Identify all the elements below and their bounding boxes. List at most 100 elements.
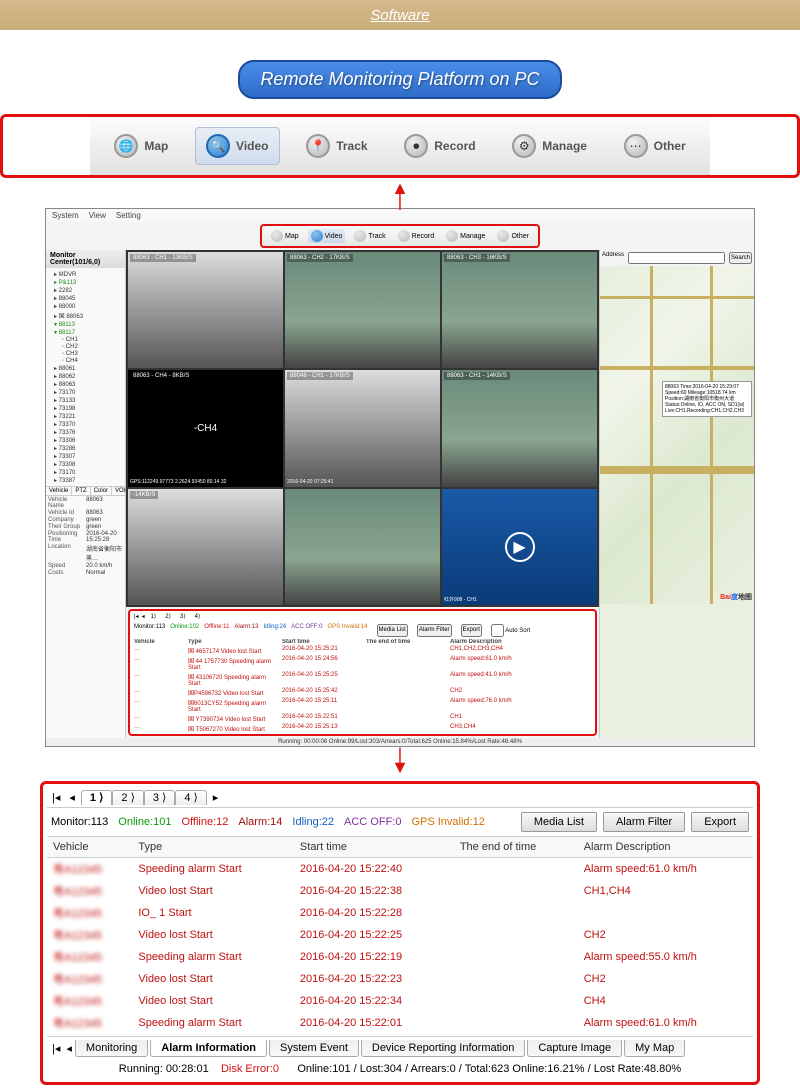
mini-nav-other[interactable]: Other	[494, 229, 532, 243]
tree-item[interactable]: ▸ 73376	[48, 428, 123, 436]
mini-nav-track[interactable]: Track	[351, 229, 388, 243]
log-row[interactable]: …国 43106720 Speeding alarm Start2016-04-…	[134, 672, 591, 688]
tree-item[interactable]: ▸ 73370	[48, 420, 123, 428]
nav-other[interactable]: ⋯Other	[614, 127, 696, 165]
nav-video[interactable]: 🔍Video	[195, 127, 279, 165]
log-page-1[interactable]: 1⟩	[148, 613, 160, 620]
export-button[interactable]: Export	[461, 624, 482, 637]
nav-track[interactable]: 📍Track	[296, 127, 377, 165]
col-start-time[interactable]: Start time	[294, 837, 454, 858]
tab-capture-image[interactable]: Capture Image	[527, 1040, 622, 1057]
video-cell-9[interactable]: 红外908 - CH1▶	[442, 489, 597, 605]
alarm-filter-button[interactable]: Alarm Filter	[417, 624, 452, 637]
tree-item[interactable]: ▸ 88062	[48, 372, 123, 380]
tree-item[interactable]: ▸ MDVR	[48, 270, 123, 278]
auto-sort-checkbox[interactable]: Auto Sort	[491, 624, 530, 637]
video-cell-4[interactable]: 88063 - CH4 - 8KB/SGPS:112249.97773 2.26…	[128, 370, 283, 486]
tree-item[interactable]: ▸ 73307	[48, 452, 123, 460]
tree-tab-vehicle[interactable]: Vehicle	[46, 487, 72, 495]
log-row[interactable]: …国 T5067270 Video lost Start2016-04-20 1…	[134, 724, 591, 734]
tree-item[interactable]: ▾ 88117	[48, 328, 123, 336]
tab-alarm-information[interactable]: Alarm Information	[150, 1040, 267, 1057]
col-type[interactable]: Type	[132, 837, 294, 858]
export-button[interactable]: Export	[691, 812, 749, 832]
tree-tabs[interactable]: VehiclePTZColorVOIP	[46, 486, 125, 495]
menu-system[interactable]: System	[52, 211, 79, 220]
log-row[interactable]: …国P4596732 Video lost Start2016-04-20 15…	[134, 688, 591, 698]
nav-record[interactable]: ⏺Record	[394, 127, 485, 165]
map-vehicle-popup[interactable]: 88063 Time:2016-04-20 15:29:07 Speed:60 …	[662, 381, 752, 417]
tabs-first-icon[interactable]: |◂	[49, 1042, 63, 1055]
log-row[interactable]: …国 44 1757730 Speeding alarm Start2016-0…	[134, 656, 591, 672]
tree-item[interactable]: ▸ 88061	[48, 364, 123, 372]
tree-tab-ptz[interactable]: PTZ	[72, 487, 90, 495]
tree-item[interactable]: ◦ CH3	[48, 350, 123, 357]
tab-system-event[interactable]: System Event	[269, 1040, 359, 1057]
nav-first-icon[interactable]: |◂	[49, 791, 63, 804]
tree-item[interactable]: ▸ 国 88063	[48, 310, 123, 320]
tree-item[interactable]: ▸ 73306	[48, 436, 123, 444]
log-page-tabs[interactable]: |◂◂1⟩2⟩3⟩4⟩	[130, 611, 595, 622]
tab-monitoring[interactable]: Monitoring	[75, 1040, 148, 1057]
tree-item[interactable]: ▸ 73308	[48, 460, 123, 468]
page-tab-4[interactable]: 4 ⟩	[175, 790, 206, 805]
tree-item[interactable]: ▸ 73198	[48, 404, 123, 412]
alarm-filter-button[interactable]: Alarm Filter	[603, 812, 685, 832]
tab-device-reporting-information[interactable]: Device Reporting Information	[361, 1040, 525, 1057]
col-vehicle[interactable]: Vehicle	[47, 837, 132, 858]
tree-item[interactable]: ◦ CH4	[48, 357, 123, 364]
tabs-prev-icon[interactable]: ◂	[63, 1042, 75, 1055]
menu-setting[interactable]: Setting	[116, 211, 141, 220]
tab-my-map[interactable]: My Map	[624, 1040, 685, 1057]
tree-item[interactable]: ▸ 73133	[48, 396, 123, 404]
page-nav-tabs[interactable]: |◂ ◂ 1 ⟩2 ⟩3 ⟩4 ⟩ ▸	[47, 788, 753, 807]
video-cell-2[interactable]: 88063 - CH2 - 17KB/S	[285, 252, 440, 368]
play-icon[interactable]: ▶	[505, 532, 535, 562]
mini-nav-record[interactable]: Record	[395, 229, 438, 243]
video-cell-1[interactable]: 88063 - CH1 - 13KB/S	[128, 252, 283, 368]
map-search-input[interactable]	[628, 252, 725, 264]
log-page-3[interactable]: 3⟩	[177, 613, 189, 620]
tree-item[interactable]: ▸ P&113	[48, 278, 123, 286]
tree-item[interactable]: ▸ 73170	[48, 468, 123, 476]
page-tab-2[interactable]: 2 ⟩	[112, 790, 143, 805]
mini-nav-manage[interactable]: Manage	[443, 229, 488, 243]
tree-item[interactable]: ▸ 73387	[48, 476, 123, 484]
app-menubar[interactable]: System View Setting	[46, 209, 754, 222]
log-page-2[interactable]: 2⟩	[162, 613, 174, 620]
alarm-row[interactable]: 粤A12345Speeding alarm Start2016-04-20 15…	[47, 857, 753, 880]
page-tab-1[interactable]: 1 ⟩	[81, 790, 112, 805]
page-tab-3[interactable]: 3 ⟩	[144, 790, 175, 805]
bottom-tabs[interactable]: |◂ ◂ MonitoringAlarm InformationSystem E…	[47, 1036, 753, 1060]
video-cell-3[interactable]: 88063 - CH3 - 16KB/S	[442, 252, 597, 368]
alarm-row[interactable]: 粤A12345Speeding alarm Start2016-04-20 15…	[47, 946, 753, 968]
device-tree[interactable]: ▸ MDVR▸ P&113▸ 2282▸ 88045▸ 88000▸ 国 880…	[46, 268, 125, 486]
video-cell-8[interactable]	[285, 489, 440, 605]
nav-map[interactable]: 🌐Map	[104, 127, 178, 165]
map-search-button[interactable]: Search	[729, 252, 752, 264]
alarm-row[interactable]: 粤A12345Speeding alarm Start2016-04-20 15…	[47, 1012, 753, 1034]
tree-item[interactable]: ▸ 88045	[48, 294, 123, 302]
mini-nav-map[interactable]: Map	[268, 229, 302, 243]
alarm-row[interactable]: 粤A12345Video lost Start2016-04-20 15:22:…	[47, 968, 753, 990]
alarm-row[interactable]: 粤A12345IO_ 1 Start2016-04-20 15:22:28	[47, 902, 753, 924]
media-list-button[interactable]: Media List	[377, 624, 408, 637]
media-list-button[interactable]: Media List	[521, 812, 597, 832]
video-cell-6[interactable]: 88063 - CH1 - 14KB/S	[442, 370, 597, 486]
menu-view[interactable]: View	[89, 211, 106, 220]
tree-item[interactable]: ◦ CH2	[48, 343, 123, 350]
tree-item[interactable]: ▸ 2282	[48, 286, 123, 294]
tree-tab-color[interactable]: Color	[91, 487, 112, 495]
video-grid[interactable]: 88063 - CH1 - 13KB/S88063 - CH2 - 17KB/S…	[126, 250, 599, 607]
tree-item[interactable]: ▸ 88000	[48, 302, 123, 310]
col-alarm-description[interactable]: Alarm Description	[578, 837, 753, 858]
video-cell-5[interactable]: 88048 - CH1 - 17KB/S2016-04-20 07:25:41	[285, 370, 440, 486]
tree-item[interactable]: ◦ CH1	[48, 336, 123, 343]
log-row[interactable]: …国 4657174 Video lost Start2016-04-20 15…	[134, 646, 591, 656]
log-page-4[interactable]: 4⟩	[192, 613, 204, 620]
col-the-end-of-time[interactable]: The end of time	[454, 837, 578, 858]
alarm-row[interactable]: 粤A12345Video lost Start2016-04-20 15:22:…	[47, 924, 753, 946]
nav-manage[interactable]: ⚙Manage	[502, 127, 597, 165]
map-canvas[interactable]: 88063 Time:2016-04-20 15:29:07 Speed:60 …	[600, 266, 754, 604]
video-cell-7[interactable]: -14KB/S	[128, 489, 283, 605]
